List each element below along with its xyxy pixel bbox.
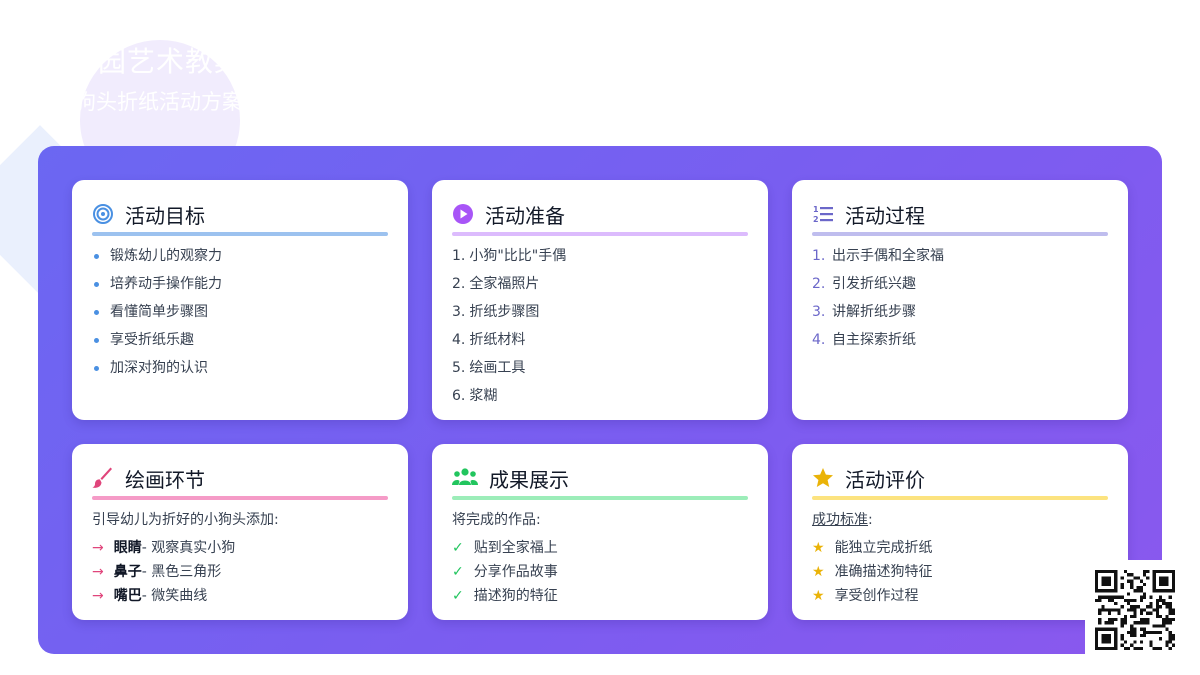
list-item: → 鼻子 - 黑色三角形 bbox=[92, 564, 222, 580]
arrow-right-icon: → bbox=[92, 564, 104, 580]
title-underline bbox=[452, 232, 748, 236]
goals-list: 锻炼幼儿的观察力 培养动手操作能力 看懂简单步骤图 享受折纸乐趣 加深对狗的认识 bbox=[92, 248, 388, 388]
paintbrush-icon bbox=[92, 467, 114, 489]
list-item: 看懂简单步骤图 bbox=[92, 304, 388, 332]
page-title: 幼儿园艺术教案设计 bbox=[40, 45, 302, 78]
arrow-right-icon: → bbox=[92, 540, 104, 556]
card-process: 1 2 活动过程 1. 出示手偶和全家福 2. 引发折纸兴趣 3. 讲解折纸步骤 4.… bbox=[792, 180, 1128, 420]
title-underline bbox=[812, 496, 1108, 500]
card-header: 活动评价 bbox=[812, 466, 1108, 492]
list-item: 锻炼幼儿的观察力 bbox=[92, 248, 388, 276]
page-subtitle: 小狗头折纸活动方案 bbox=[54, 90, 243, 114]
card-title: 活动目标 bbox=[125, 203, 205, 228]
target-icon bbox=[92, 203, 114, 225]
card-header: 活动准备 bbox=[452, 202, 748, 228]
process-list: 1. 出示手偶和全家福 2. 引发折纸兴趣 3. 讲解折纸步骤 4. 自主探索折纸 bbox=[812, 248, 1108, 360]
list-item: 6. 浆糊 bbox=[452, 388, 498, 404]
play-circle-icon bbox=[452, 203, 474, 225]
list-item: 加深对狗的认识 bbox=[92, 360, 388, 388]
star-bullet-icon: ★ bbox=[812, 564, 825, 580]
card-header: 1 2 活动过程 bbox=[812, 202, 1108, 228]
users-icon bbox=[452, 467, 478, 489]
card-intro: 成功标准: bbox=[812, 512, 873, 528]
numbered-list-icon: 1 2 bbox=[812, 203, 834, 225]
title-underline bbox=[812, 232, 1108, 236]
list-item: 4. 自主探索折纸 bbox=[812, 332, 916, 348]
star-icon bbox=[812, 467, 834, 489]
card-header: 活动目标 bbox=[92, 202, 388, 228]
star-bullet-icon: ★ bbox=[812, 540, 825, 556]
card-title: 活动评价 bbox=[845, 467, 925, 492]
results-list: ✓ 贴到全家福上 ✓ 分享作品故事 ✓ 描述狗的特征 bbox=[452, 540, 748, 612]
svg-text:2: 2 bbox=[813, 215, 819, 224]
card-drawing: 绘画环节 引导幼儿为折好的小狗头添加: → 眼睛 - 观察真实小狗 → 鼻子 - 黑… bbox=[72, 444, 408, 620]
arrow-right-icon: → bbox=[92, 588, 104, 604]
card-results: 成果展示 将完成的作品: ✓ 贴到全家福上 ✓ 分享作品故事 ✓ 描述狗的特征 bbox=[432, 444, 768, 620]
svg-text:1: 1 bbox=[813, 205, 819, 214]
list-item: 3. 讲解折纸步骤 bbox=[812, 304, 916, 320]
list-item: 培养动手操作能力 bbox=[92, 276, 388, 304]
title-underline bbox=[92, 496, 388, 500]
list-item: ✓ 贴到全家福上 bbox=[452, 540, 558, 556]
list-item: 2. 全家福照片 bbox=[452, 276, 540, 292]
check-icon: ✓ bbox=[452, 588, 464, 604]
check-icon: ✓ bbox=[452, 564, 464, 580]
title-underline bbox=[92, 232, 388, 236]
list-item: → 嘴巴 - 微笑曲线 bbox=[92, 588, 208, 604]
card-header: 成果展示 bbox=[452, 466, 748, 492]
list-item: ✓ 分享作品故事 bbox=[452, 564, 558, 580]
list-item: 5. 绘画工具 bbox=[452, 360, 526, 376]
list-item: ✓ 描述狗的特征 bbox=[452, 588, 558, 604]
qr-code-icon[interactable] bbox=[1085, 560, 1185, 654]
evaluation-list: ★ 能独立完成折纸 ★ 准确描述狗特征 ★ 享受创作过程 bbox=[812, 540, 1108, 612]
list-item: 2. 引发折纸兴趣 bbox=[812, 276, 916, 292]
list-item: 1. 小狗"比比"手偶 bbox=[452, 248, 567, 264]
card-title: 绘画环节 bbox=[125, 467, 205, 492]
list-item: ★ 准确描述狗特征 bbox=[812, 564, 933, 580]
list-item: ★ 能独立完成折纸 bbox=[812, 540, 933, 556]
list-item: → 眼睛 - 观察真实小狗 bbox=[92, 540, 236, 556]
card-header: 绘画环节 bbox=[92, 466, 388, 492]
card-goals: 活动目标 锻炼幼儿的观察力 培养动手操作能力 看懂简单步骤图 享受折纸乐趣 加深… bbox=[72, 180, 408, 420]
success-criteria-link[interactable]: 成功标准 bbox=[812, 512, 868, 528]
card-preparation: 活动准备 1. 小狗"比比"手偶 2. 全家福照片 3. 折纸步骤图 4. 折纸材料 5… bbox=[432, 180, 768, 420]
card-intro: 将完成的作品: bbox=[452, 512, 541, 528]
list-item: ★ 享受创作过程 bbox=[812, 588, 919, 604]
title-underline bbox=[452, 496, 748, 500]
preparation-list: 1. 小狗"比比"手偶 2. 全家福照片 3. 折纸步骤图 4. 折纸材料 5. 绘画工具… bbox=[452, 248, 748, 416]
card-title: 活动准备 bbox=[485, 203, 565, 228]
list-item: 3. 折纸步骤图 bbox=[452, 304, 540, 320]
card-evaluation: 活动评价 成功标准: ★ 能独立完成折纸 ★ 准确描述狗特征 ★ 享受创作过程 bbox=[792, 444, 1128, 620]
list-item: 4. 折纸材料 bbox=[452, 332, 526, 348]
check-icon: ✓ bbox=[452, 540, 464, 556]
list-item: 享受折纸乐趣 bbox=[92, 332, 388, 360]
card-title: 活动过程 bbox=[845, 203, 925, 228]
list-item: 1. 出示手偶和全家福 bbox=[812, 248, 944, 264]
card-title: 成果展示 bbox=[489, 467, 569, 492]
card-intro: 引导幼儿为折好的小狗头添加: bbox=[92, 512, 279, 528]
drawing-list: → 眼睛 - 观察真实小狗 → 鼻子 - 黑色三角形 → 嘴巴 - 微笑曲线 bbox=[92, 540, 388, 612]
star-bullet-icon: ★ bbox=[812, 588, 825, 604]
